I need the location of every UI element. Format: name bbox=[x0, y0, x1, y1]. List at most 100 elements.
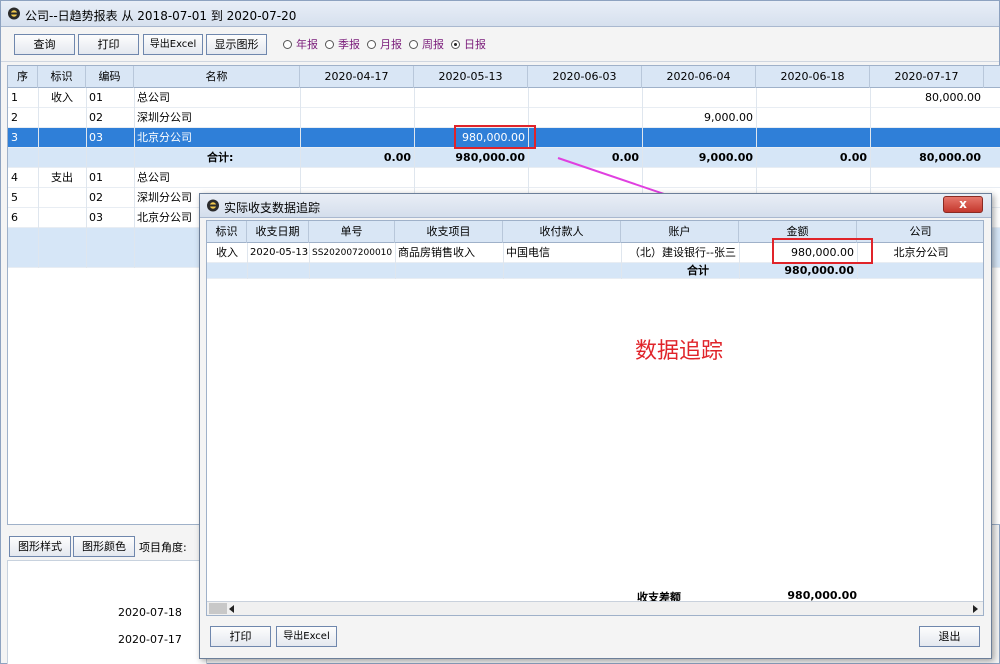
grid-line bbox=[38, 88, 39, 268]
dialog-titlebar[interactable]: 实际收支数据追踪 x bbox=[200, 194, 991, 218]
scroll-right-icon[interactable] bbox=[973, 605, 979, 613]
cell-code: 02 bbox=[89, 111, 103, 124]
query-button[interactable]: 查询 bbox=[14, 34, 75, 55]
grid-line bbox=[86, 88, 87, 268]
radio-dot-selected bbox=[451, 39, 460, 49]
cell-name: 总公司 bbox=[137, 171, 170, 184]
col-header-payer[interactable]: 收付款人 bbox=[503, 221, 621, 243]
col-header-date-4[interactable]: 2020-06-04 bbox=[642, 66, 756, 88]
scroll-left-icon[interactable] bbox=[229, 605, 235, 613]
cell-total-value: 0.00 bbox=[839, 151, 867, 164]
radio-dot bbox=[283, 39, 292, 49]
cell-code: 01 bbox=[89, 171, 103, 184]
col-header-seq[interactable]: 序 bbox=[8, 66, 38, 88]
radio-dot bbox=[367, 39, 376, 49]
col-header-company[interactable]: 公司 bbox=[857, 221, 983, 243]
cell-code: 01 bbox=[89, 91, 103, 104]
income-total-row: 合计: 0.00 980,000.00 0.00 9,000.00 0.00 8… bbox=[8, 148, 1000, 168]
chart-date-label: 2020-07-17 bbox=[118, 633, 182, 646]
radio-dot bbox=[325, 39, 334, 49]
chart-panel: 2020-07-18 2020-07-17 bbox=[7, 560, 207, 664]
grid-line bbox=[395, 243, 396, 279]
grid-line bbox=[309, 243, 310, 279]
angle-label: 项目角度: bbox=[139, 541, 187, 554]
highlight-box-source bbox=[454, 125, 536, 149]
col-header-date-5[interactable]: 2020-06-18 bbox=[756, 66, 870, 88]
main-window-title: 公司--日趋势报表 从 2018-07-01 到 2020-07-20 bbox=[25, 9, 297, 23]
radio-weekly[interactable]: 周报 bbox=[409, 36, 444, 52]
trace-total-row: 合计 980,000.00 bbox=[207, 263, 983, 279]
cell-payer: 中国电信 bbox=[506, 246, 550, 259]
col-header-date-2[interactable]: 2020-05-13 bbox=[414, 66, 528, 88]
radio-dot bbox=[409, 39, 418, 49]
chart-style-tab[interactable]: 图形样式 bbox=[9, 536, 71, 557]
cell-account: （北）建设银行--张三 bbox=[629, 246, 736, 259]
grid-line bbox=[134, 88, 135, 268]
col-header-date[interactable]: 收支日期 bbox=[247, 221, 309, 243]
scrollbar-thumb[interactable] bbox=[209, 603, 227, 614]
radio-yearly[interactable]: 年报 bbox=[283, 36, 318, 52]
table-row[interactable]: 4 支出 01 总公司 bbox=[8, 168, 1000, 188]
trace-total-amount: 980,000.00 bbox=[784, 264, 854, 277]
trace-total-label: 合计 bbox=[687, 264, 709, 277]
cell-value: 80,000.00 bbox=[925, 91, 981, 104]
radio-monthly[interactable]: 月报 bbox=[367, 36, 402, 52]
cell-value: 9,000.00 bbox=[704, 111, 753, 124]
cell-seq: 5 bbox=[11, 191, 18, 204]
table-row[interactable]: 1 收入 01 总公司 80,000.00 bbox=[8, 88, 1000, 108]
cell-code: 03 bbox=[89, 211, 103, 224]
col-header-number[interactable]: 单号 bbox=[309, 221, 395, 243]
cell-total-value: 0.00 bbox=[383, 151, 411, 164]
export-excel-button[interactable]: 导出Excel bbox=[143, 34, 203, 55]
dialog-logo-icon bbox=[207, 199, 219, 212]
dialog-export-excel-button[interactable]: 导出Excel bbox=[276, 626, 337, 647]
app-logo-icon bbox=[8, 7, 20, 20]
cell-date: 2020-05-13 bbox=[250, 247, 309, 258]
chart-color-tab[interactable]: 图形颜色 bbox=[73, 536, 135, 557]
chart-date-label: 2020-07-18 bbox=[118, 606, 182, 619]
cell-seq: 3 bbox=[11, 131, 18, 144]
cell-number: SS202007200010 bbox=[312, 248, 393, 258]
period-radio-group: 年报 季报 月报 周报 日报 bbox=[283, 36, 493, 52]
col-header-account[interactable]: 账户 bbox=[621, 221, 739, 243]
cell-flag: 支出 bbox=[51, 171, 73, 184]
cell-code: 03 bbox=[89, 131, 103, 144]
radio-daily[interactable]: 日报 bbox=[451, 36, 486, 52]
radio-quarterly[interactable]: 季报 bbox=[325, 36, 360, 52]
cell-seq: 1 bbox=[11, 91, 18, 104]
cell-total-label: 合计: bbox=[207, 151, 234, 164]
dialog-print-button[interactable]: 打印 bbox=[210, 626, 271, 647]
col-header-name[interactable]: 名称 bbox=[134, 66, 300, 88]
col-header-flag[interactable]: 标识 bbox=[207, 221, 247, 243]
grid-line bbox=[739, 243, 740, 279]
trace-grid: 标识 收支日期 单号 收支项目 收付款人 账户 金额 公司 收入 2020-05… bbox=[206, 220, 984, 616]
main-toolbar: 查询 打印 导出Excel 显示图形 bbox=[1, 28, 999, 62]
cell-total-value: 0.00 bbox=[611, 151, 639, 164]
col-header-code[interactable]: 编码 bbox=[86, 66, 134, 88]
close-button[interactable]: x bbox=[943, 196, 983, 213]
main-titlebar: 公司--日趋势报表 从 2018-07-01 到 2020-07-20 bbox=[1, 1, 999, 27]
cell-item: 商品房销售收入 bbox=[398, 246, 475, 259]
horizontal-scrollbar[interactable] bbox=[207, 601, 983, 615]
cell-seq: 4 bbox=[11, 171, 18, 184]
grid-line bbox=[247, 243, 248, 279]
cell-flag: 收入 bbox=[51, 91, 73, 104]
col-header-date-3[interactable]: 2020-06-03 bbox=[528, 66, 642, 88]
cell-flag: 收入 bbox=[216, 246, 238, 259]
col-header-flag[interactable]: 标识 bbox=[38, 66, 86, 88]
col-header-item[interactable]: 收支项目 bbox=[395, 221, 503, 243]
exit-button[interactable]: 退出 bbox=[919, 626, 980, 647]
cell-total-value: 980,000.00 bbox=[455, 151, 525, 164]
cell-company: 北京分公司 bbox=[893, 246, 949, 259]
grid-line bbox=[503, 243, 504, 279]
col-header-date-6[interactable]: 2020-07-17 bbox=[870, 66, 984, 88]
cell-total-value: 80,000.00 bbox=[919, 151, 981, 164]
print-button[interactable]: 打印 bbox=[78, 34, 139, 55]
highlight-box-amount bbox=[772, 238, 873, 264]
col-header-date-1[interactable]: 2020-04-17 bbox=[300, 66, 414, 88]
trace-dialog: 实际收支数据追踪 x 标识 收支日期 单号 收支项目 收付款人 账户 金额 公司… bbox=[199, 193, 992, 659]
cell-seq: 2 bbox=[11, 111, 18, 124]
dialog-title: 实际收支数据追踪 bbox=[224, 201, 321, 215]
show-chart-button[interactable]: 显示图形 bbox=[206, 34, 267, 55]
grid-line bbox=[621, 243, 622, 279]
